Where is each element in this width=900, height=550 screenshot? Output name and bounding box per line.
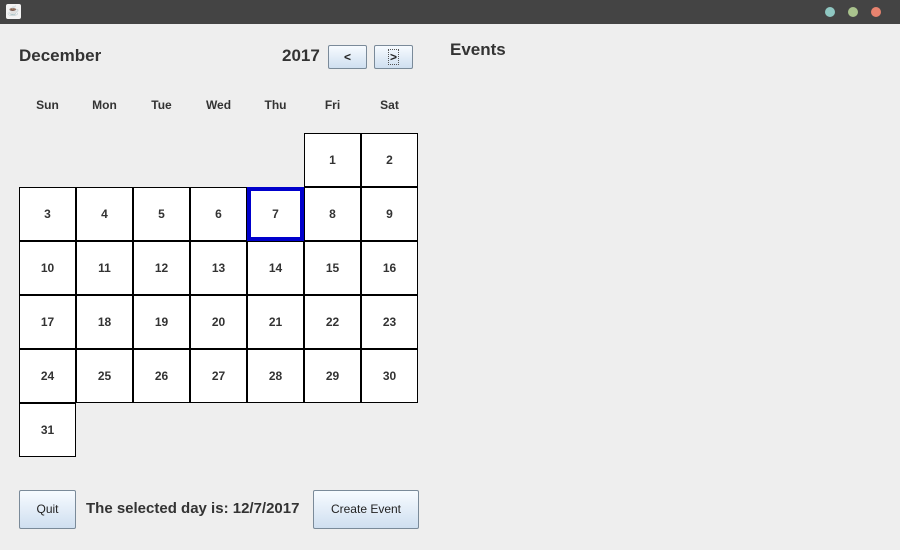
day-cell[interactable]: 24 [19, 349, 76, 403]
day-cell[interactable]: 21 [247, 295, 304, 349]
prev-month-button[interactable]: < [328, 45, 367, 69]
day-cell[interactable]: 11 [76, 241, 133, 295]
day-cell[interactable]: 23 [361, 295, 418, 349]
day-cell[interactable]: 3 [19, 187, 76, 241]
title-bar: ☕ [0, 0, 900, 24]
day-cell[interactable]: 31 [19, 403, 76, 457]
day-cell[interactable]: 6 [190, 187, 247, 241]
day-cell[interactable]: 30 [361, 349, 418, 403]
day-cell[interactable]: 29 [304, 349, 361, 403]
day-cell[interactable]: 18 [76, 295, 133, 349]
day-cell[interactable]: 1 [304, 133, 361, 187]
quit-button[interactable]: Quit [19, 490, 76, 529]
maximize-button[interactable] [848, 7, 858, 17]
next-month-label: > [387, 49, 400, 65]
day-cell[interactable]: 27 [190, 349, 247, 403]
day-cell[interactable]: 2 [361, 133, 418, 187]
events-title: Events [450, 40, 506, 59]
next-month-button[interactable]: > [374, 45, 413, 69]
day-cell[interactable]: 19 [133, 295, 190, 349]
day-cell[interactable]: 28 [247, 349, 304, 403]
day-cell[interactable]: 10 [19, 241, 76, 295]
month-label: December [19, 46, 102, 65]
minimize-button[interactable] [825, 7, 835, 17]
day-cell[interactable]: 14 [247, 241, 304, 295]
weekday-label-tue: Tue [151, 98, 172, 112]
day-cell-selected[interactable]: 7 [247, 187, 304, 241]
weekday-label-sun: Sun [36, 98, 59, 112]
weekday-label-wed: Wed [205, 98, 232, 112]
day-cell[interactable]: 17 [19, 295, 76, 349]
weekday-label-sat: Sat [380, 98, 399, 112]
day-cell[interactable]: 13 [190, 241, 247, 295]
weekday-label-thu: Thu [264, 98, 287, 112]
create-event-button[interactable]: Create Event [313, 490, 419, 529]
java-icon: ☕ [6, 4, 21, 19]
day-cell[interactable]: 22 [304, 295, 361, 349]
day-cell[interactable]: 25 [76, 349, 133, 403]
day-cell[interactable]: 8 [304, 187, 361, 241]
day-cell[interactable]: 5 [133, 187, 190, 241]
day-cell[interactable]: 20 [190, 295, 247, 349]
selected-day-text: The selected day is: 12/7/2017 [86, 500, 300, 517]
close-button[interactable] [871, 7, 881, 17]
day-cell[interactable]: 9 [361, 187, 418, 241]
day-cell[interactable]: 12 [133, 241, 190, 295]
day-cell[interactable]: 16 [361, 241, 418, 295]
weekday-label-fri: Fri [324, 98, 341, 112]
day-cell[interactable]: 26 [133, 349, 190, 403]
year-label: 2017 [282, 46, 320, 65]
day-cell[interactable]: 4 [76, 187, 133, 241]
weekday-label-mon: Mon [92, 98, 117, 112]
day-cell[interactable]: 15 [304, 241, 361, 295]
